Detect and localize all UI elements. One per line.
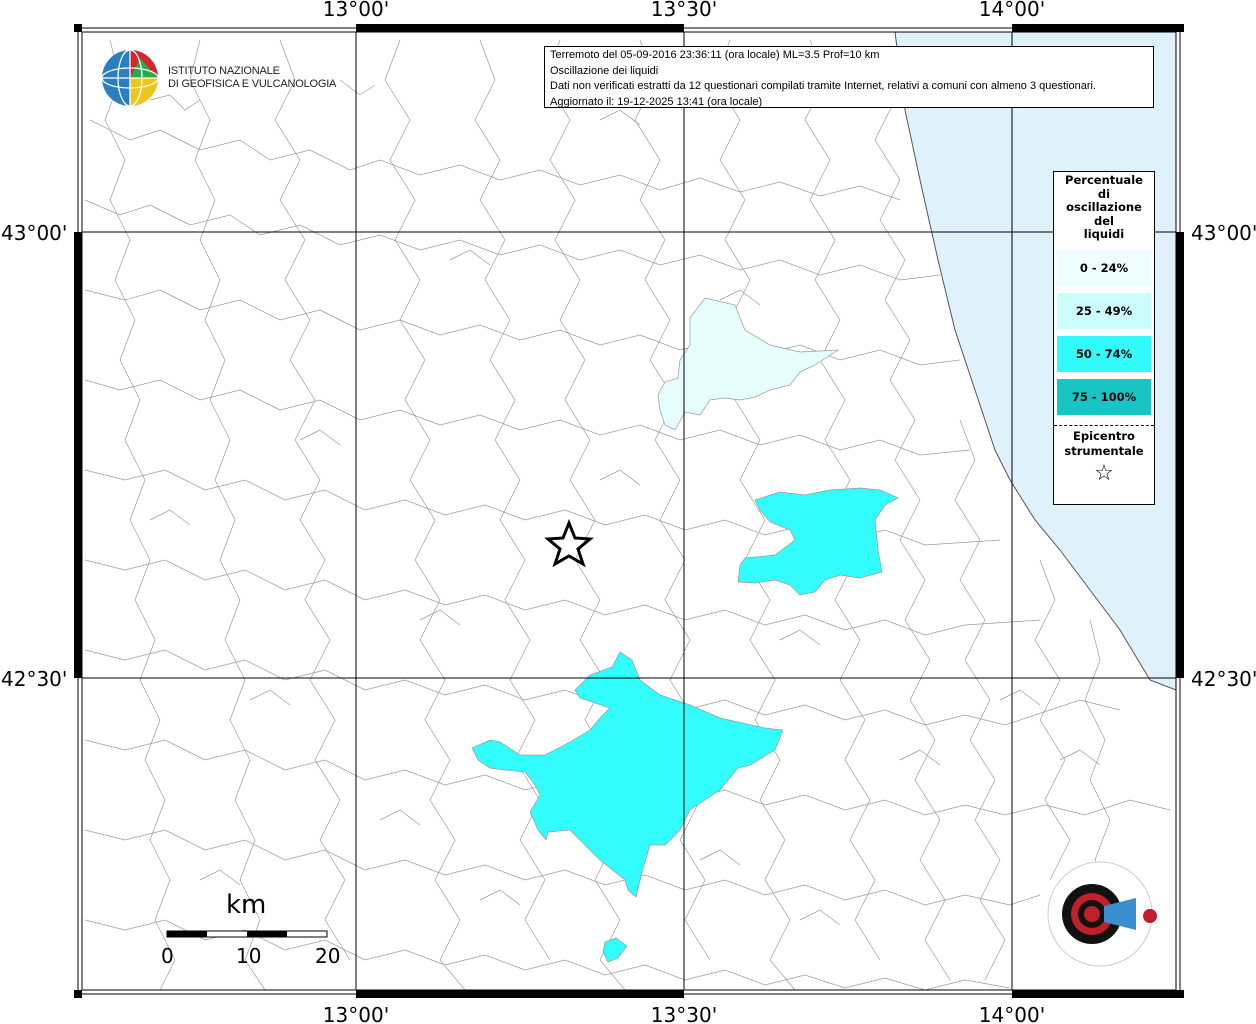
scale-bar <box>166 930 328 938</box>
legend-item-75-100: 75 - 100% <box>1057 378 1151 415</box>
legend-item-label: 75 - 100% <box>1071 389 1137 404</box>
top-label-1400: 14°00' <box>979 0 1045 21</box>
legend-item-50-74: 50 - 74% <box>1057 335 1151 372</box>
scale-tick-0: 0 <box>161 944 174 968</box>
scale-unit: km <box>226 890 267 920</box>
map-canvas: 13°00' 13°30' 14°00' 13°00' 13°30' 14°00… <box>1 0 1256 1024</box>
haisentito-logo <box>1047 861 1157 967</box>
event-parameter: Oscillazione dei liquidi <box>550 64 659 77</box>
legend-title-line: Percentuale <box>1065 173 1143 187</box>
area-50-74-south <box>471 651 784 898</box>
legend-epicenter-line: Epicentro <box>1073 428 1135 443</box>
legend-item-25-49: 25 - 49% <box>1057 292 1151 329</box>
bottom-label-1330: 13°30' <box>651 1003 717 1024</box>
ingv-logo: Istituto Nazionale di Geofisica e Vulcan… <box>100 48 336 108</box>
event-data-note: Dati non verificati estratti da 12 quest… <box>550 80 1096 92</box>
legend-item-label: 50 - 74% <box>1075 346 1133 361</box>
legend-item-label: 25 - 49% <box>1075 303 1133 318</box>
legend-star-icon: ☆ <box>1094 460 1114 486</box>
top-label-1300: 13°00' <box>323 0 389 21</box>
legend-item-label: 0 - 24% <box>1079 260 1129 275</box>
top-label-1330: 13°30' <box>651 0 717 21</box>
bottom-label-1300: 13°00' <box>323 1003 389 1024</box>
right-label-4230: 42°30' <box>1191 667 1256 691</box>
scale-tick-10: 10 <box>236 944 262 968</box>
ingv-globe-icon <box>101 49 159 107</box>
right-label-4300: 43°00' <box>1191 221 1256 245</box>
legend-title-line: di <box>1097 186 1111 201</box>
legend: Percentuale di oscillazione del liquidi … <box>1053 171 1155 505</box>
legend-title-line: oscillazione <box>1066 200 1142 214</box>
bottom-label-1400: 14°00' <box>979 1003 1045 1024</box>
event-title: Terremoto del 05-09-2016 23:36:11 (ora l… <box>550 49 880 61</box>
legend-epicenter-label: Epicentro strumentale <box>1054 426 1154 459</box>
legend-title-line: del <box>1094 213 1114 228</box>
legend-epicenter-line: strumentale <box>1064 443 1144 458</box>
ingv-name-line2: di Geofisica e Vulcanologia <box>168 78 337 90</box>
ingv-name-line1: Istituto Nazionale <box>168 65 280 77</box>
event-updated: Aggiornato il: 19-12-2025 13:41 (ora loc… <box>550 95 763 108</box>
scale-tick-20: 20 <box>315 944 341 968</box>
area-50-74-east <box>737 487 899 596</box>
area-50-74-small <box>602 937 628 963</box>
left-label-4230: 42°30' <box>1 667 67 691</box>
legend-title-line: liquidi <box>1083 227 1125 241</box>
left-label-4300: 43°00' <box>1 221 67 245</box>
epicenter-star <box>544 518 594 568</box>
area-25-49 <box>657 297 840 431</box>
legend-title: Percentuale di oscillazione del liquidi <box>1054 172 1154 242</box>
event-info-box: Terremoto del 05-09-2016 23:36:11 (ora l… <box>544 46 1154 108</box>
legend-item-0-24: 0 - 24% <box>1057 249 1151 286</box>
